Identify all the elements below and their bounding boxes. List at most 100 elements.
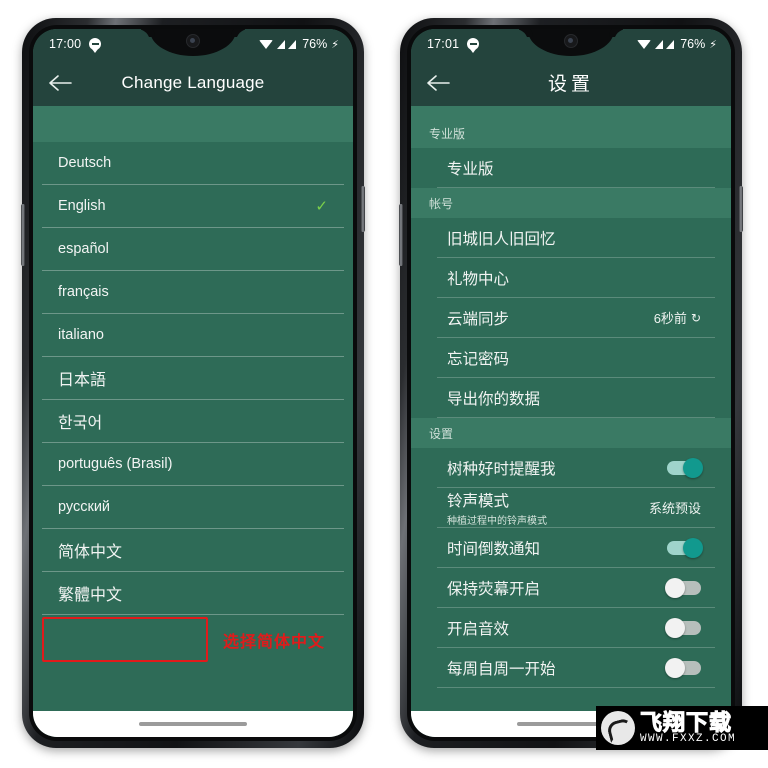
language-label: français bbox=[58, 284, 109, 300]
wifi-icon bbox=[637, 39, 652, 49]
settings-row[interactable]: 每周自周一开始 bbox=[437, 648, 715, 688]
settings-row[interactable]: 铃声模式种植过程中的铃声模式 系统预设 bbox=[437, 488, 715, 528]
language-row[interactable]: español bbox=[42, 228, 344, 271]
signal-bars-icon bbox=[277, 39, 286, 49]
section-header: 专业版 bbox=[411, 106, 731, 148]
settings-row-label: 礼物中心 bbox=[447, 270, 510, 288]
settings-row[interactable]: 保持荧幕开启 bbox=[437, 568, 715, 608]
toggle-knob bbox=[665, 577, 685, 598]
toggle-switch[interactable] bbox=[665, 617, 701, 638]
settings-row[interactable]: 时间倒数通知 bbox=[437, 528, 715, 568]
back-arrow-icon[interactable] bbox=[47, 70, 73, 96]
toggle-knob bbox=[665, 657, 685, 678]
language-label: português (Brasil) bbox=[58, 456, 173, 472]
status-clock: 17:00 bbox=[49, 37, 82, 51]
status-bar-left: 17:00 76% ⚡ bbox=[33, 29, 353, 59]
power-button-right[interactable] bbox=[739, 186, 743, 232]
language-label: 한국어 bbox=[58, 415, 103, 432]
watermark-main-text: 飞翔下载 bbox=[639, 709, 733, 735]
front-camera-icon bbox=[186, 34, 200, 48]
back-arrow-icon[interactable] bbox=[425, 70, 451, 96]
checkmark-icon: ✓ bbox=[315, 198, 328, 215]
watermark: 飞翔下载 WWW.FXXZ.COM bbox=[596, 706, 768, 750]
app-bar-right: 设置 bbox=[411, 59, 731, 106]
notch-right bbox=[528, 29, 614, 56]
toggle-knob bbox=[683, 457, 703, 478]
language-label: Deutsch bbox=[58, 155, 112, 171]
settings-row-label: 树种好时提醒我 bbox=[447, 460, 556, 478]
phone-left: 17:00 76% ⚡ Change Language Deutsch Engl… bbox=[21, 18, 365, 748]
language-label: 简体中文 bbox=[58, 544, 123, 561]
screen-left: 17:00 76% ⚡ Change Language Deutsch Engl… bbox=[33, 29, 353, 737]
section-header: 设置 bbox=[411, 418, 731, 448]
signal-bars-icon bbox=[655, 39, 664, 49]
annotation-box-simplified-chinese bbox=[42, 617, 208, 662]
phone-right: 17:01 76% ⚡ 设置 专业版 专业版 帐号 旧城旧人旧回忆 礼物中心 云… bbox=[399, 18, 743, 748]
home-gesture-pill[interactable] bbox=[139, 722, 247, 726]
toggle-switch[interactable] bbox=[665, 657, 701, 678]
settings-row-label: 铃声模式 bbox=[447, 492, 510, 510]
settings-list: 专业版 专业版 帐号 旧城旧人旧回忆 礼物中心 云端同步 6秒前 ↻ 忘记密码 导出你的数据 设置树… bbox=[411, 106, 731, 711]
language-row[interactable]: italiano bbox=[42, 314, 344, 357]
settings-row[interactable]: 专业版 bbox=[437, 148, 715, 188]
toggle-switch[interactable] bbox=[667, 537, 703, 558]
settings-row-label: 开启音效 bbox=[447, 620, 510, 638]
settings-row-label: 专业版 bbox=[447, 160, 494, 178]
wifi-icon bbox=[259, 39, 274, 49]
phone-bezel-left: 17:00 76% ⚡ Change Language Deutsch Engl… bbox=[29, 25, 357, 741]
settings-row-sublabel: 种植过程中的铃声模式 bbox=[447, 515, 547, 527]
language-row[interactable]: 简体中文 bbox=[42, 529, 344, 572]
settings-row[interactable]: 开启音效 bbox=[437, 608, 715, 648]
settings-row[interactable]: 树种好时提醒我 bbox=[437, 448, 715, 488]
lightning-bolt-icon: ⚡ bbox=[709, 38, 717, 51]
settings-row-label: 时间倒数通知 bbox=[447, 540, 541, 558]
language-row[interactable]: 日本語 bbox=[42, 357, 344, 400]
toggle-switch[interactable] bbox=[665, 577, 701, 598]
settings-row-value: 6秒前 bbox=[653, 311, 687, 326]
language-label: русский bbox=[58, 499, 111, 515]
fxxz-logo-icon bbox=[601, 711, 635, 745]
settings-row-label: 导出你的数据 bbox=[447, 390, 541, 408]
language-label: English bbox=[58, 198, 106, 214]
language-row[interactable]: Deutsch bbox=[42, 142, 344, 185]
sync-refresh-icon[interactable]: ↻ bbox=[691, 311, 701, 325]
toggle-knob bbox=[683, 537, 703, 558]
battery-percent: 76% bbox=[302, 37, 328, 51]
volume-button-left[interactable] bbox=[21, 204, 25, 266]
language-row[interactable]: français bbox=[42, 271, 344, 314]
watermark-sub-text: WWW.FXXZ.COM bbox=[640, 732, 737, 745]
settings-row[interactable]: 导出你的数据 bbox=[437, 378, 715, 418]
language-row[interactable]: português (Brasil) bbox=[42, 443, 344, 486]
power-button-left[interactable] bbox=[361, 186, 365, 232]
toggle-knob bbox=[665, 617, 685, 638]
phone-bezel-right: 17:01 76% ⚡ 设置 专业版 专业版 帐号 旧城旧人旧回忆 礼物中心 云… bbox=[407, 25, 735, 741]
settings-row[interactable]: 云端同步 6秒前 ↻ bbox=[437, 298, 715, 338]
settings-row-value-wrap: 6秒前 ↻ bbox=[654, 308, 701, 327]
volume-button-right[interactable] bbox=[399, 204, 403, 266]
language-list: Deutsch English ✓ español français italiano 日本… bbox=[33, 106, 353, 711]
settings-row[interactable]: 忘记密码 bbox=[437, 338, 715, 378]
settings-row-label: 忘记密码 bbox=[447, 350, 510, 368]
app-bar-left: Change Language bbox=[33, 59, 353, 106]
language-row[interactable]: 繁體中文 bbox=[42, 572, 344, 615]
signal-bars-icon bbox=[666, 39, 675, 49]
settings-row-value: 系统预设 bbox=[648, 501, 701, 516]
notch-left bbox=[150, 29, 236, 56]
toggle-switch[interactable] bbox=[667, 457, 703, 478]
settings-row-value-wrap: 系统预设 bbox=[649, 498, 701, 517]
settings-row-label: 每周自周一开始 bbox=[447, 660, 556, 678]
nav-bar-left bbox=[33, 711, 353, 737]
section-header: 帐号 bbox=[411, 188, 731, 218]
language-row[interactable]: English ✓ bbox=[42, 185, 344, 228]
language-label: italiano bbox=[58, 327, 104, 343]
language-label: 繁體中文 bbox=[58, 587, 123, 604]
language-row[interactable]: русский bbox=[42, 486, 344, 529]
settings-row[interactable]: 礼物中心 bbox=[437, 258, 715, 298]
language-label: 日本語 bbox=[58, 372, 107, 389]
settings-row[interactable]: 旧城旧人旧回忆 bbox=[437, 218, 715, 258]
chat-bubble-icon bbox=[467, 38, 480, 53]
page-title: 设置 bbox=[547, 74, 594, 95]
lightning-bolt-icon: ⚡ bbox=[331, 38, 339, 51]
language-row[interactable]: 한국어 bbox=[42, 400, 344, 443]
language-label: español bbox=[58, 241, 109, 257]
